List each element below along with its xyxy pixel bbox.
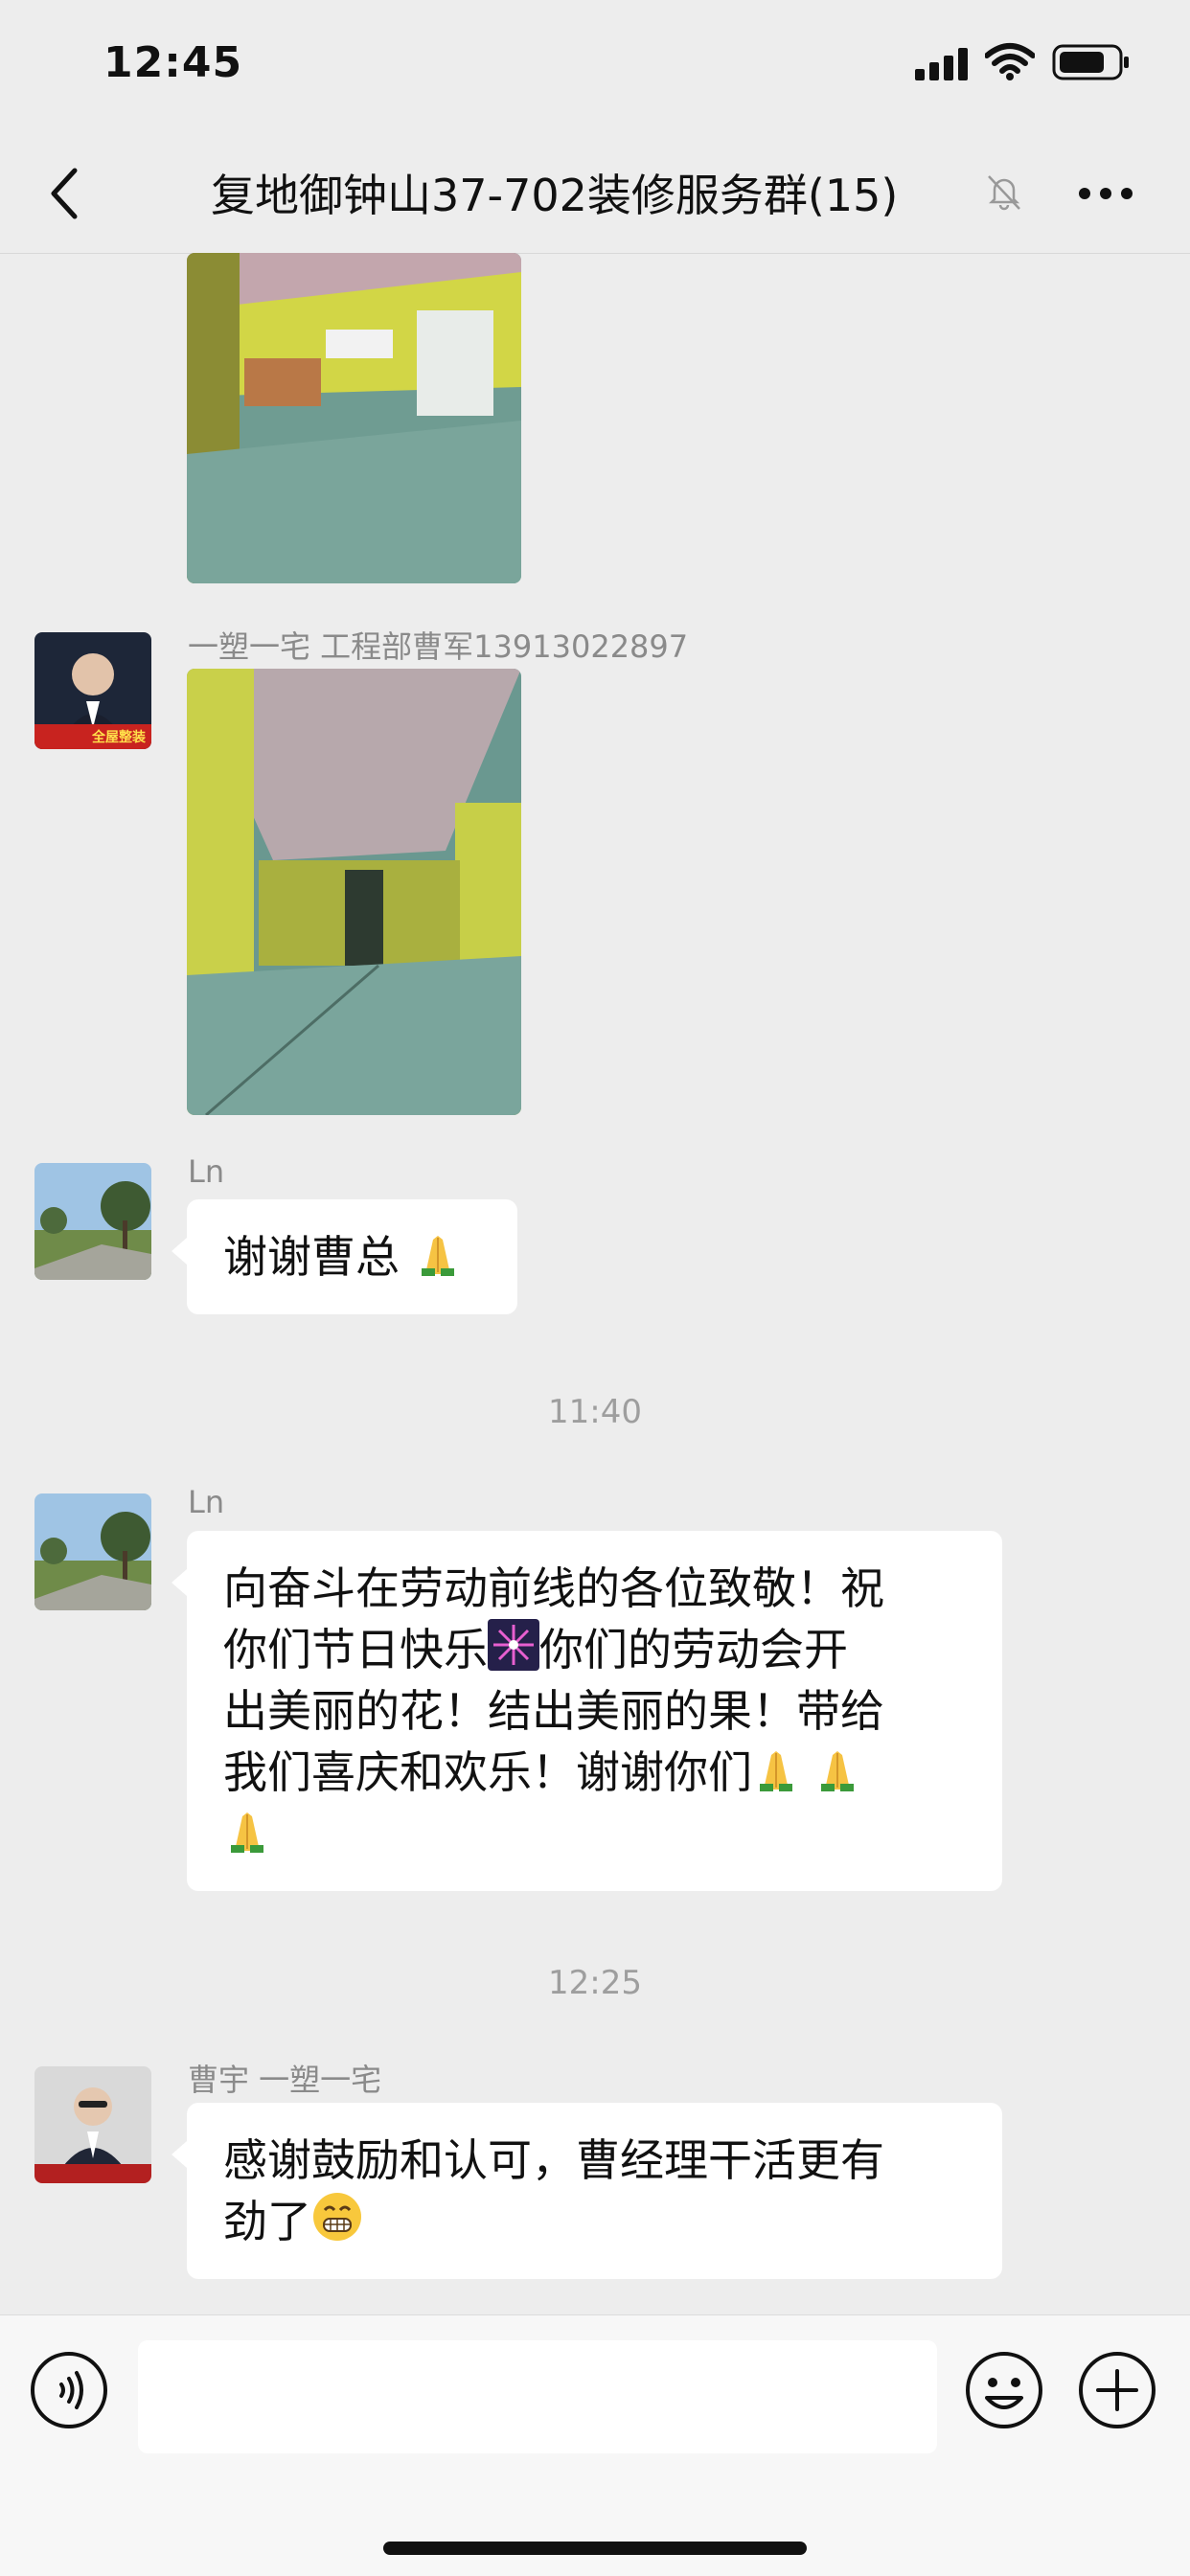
voice-icon[interactable] [29, 2350, 109, 2430]
folded-hands-emoji [821, 1751, 854, 1791]
message-line: 你们节日快乐 [223, 1624, 488, 1676]
message-image[interactable] [187, 669, 521, 1115]
message-line: 你们的劳动会开 [539, 1624, 848, 1676]
timestamp: 12:25 [548, 1964, 642, 2002]
sender-name: Ln [188, 1153, 225, 1190]
message-input[interactable] [138, 2340, 937, 2453]
chat-header: 复地御钟山37-702装修服务群(15) [0, 134, 1190, 254]
status-bar: 12:45 [0, 0, 1190, 134]
avatar-caption: 全屋整装 [92, 730, 146, 745]
battery-icon [1052, 44, 1129, 80]
mute-bell-icon [988, 175, 1020, 211]
sender-name: 一塑一宅 工程部曹军13913022897 [188, 628, 689, 665]
sender-name: 曹宇 一塑一宅 [188, 2062, 382, 2098]
avatar[interactable] [34, 1163, 151, 1280]
message-line: 劲了 [223, 2196, 311, 2247]
message-list[interactable]: 全屋整装 一塑一宅 工程部曹军13913022897 Ln 谢谢曹总 11:40… [0, 253, 1190, 2313]
folded-hands-emoji [231, 1812, 263, 1853]
avatar[interactable] [34, 1493, 151, 1610]
message-bubble[interactable]: 向奋斗在劳动前线的各位致敬！祝 你们节日快乐 你们的劳动会开 出美丽的花！结出美… [172, 1531, 1002, 1891]
message-line: 感谢鼓励和认可，曹经理干活更有 [223, 2134, 884, 2186]
message-bubble[interactable]: 谢谢曹总 [172, 1199, 517, 1314]
message-text: 谢谢曹总 [223, 1231, 400, 1283]
back-icon[interactable] [46, 165, 84, 222]
sender-name: Ln [188, 1484, 225, 1520]
folded-hands-emoji [760, 1751, 792, 1791]
plus-icon[interactable] [1077, 2350, 1157, 2430]
group-title: 复地御钟山37-702装修服务群(15) [211, 170, 899, 221]
avatar[interactable] [34, 2066, 151, 2183]
emoji-icon[interactable] [964, 2350, 1044, 2430]
message-bubble[interactable]: 感谢鼓励和认可，曹经理干活更有 劲了 [172, 2103, 1002, 2279]
signal-icon [915, 48, 968, 80]
message-line: 出美丽的花！结出美丽的果！带给 [223, 1685, 884, 1737]
message-image[interactable] [187, 253, 521, 583]
input-bar [0, 2314, 1190, 2576]
grin-emoji [313, 2193, 361, 2241]
message-line: 我们喜庆和欢乐！谢谢你们 [223, 1746, 752, 1798]
avatar[interactable]: 全屋整装 [34, 632, 151, 749]
wifi-icon [985, 43, 1035, 80]
timestamp: 11:40 [548, 1393, 642, 1431]
fireworks-emoji [488, 1619, 539, 1671]
message-line: 向奋斗在劳动前线的各位致敬！祝 [223, 1562, 884, 1614]
status-time: 12:45 [103, 38, 243, 87]
home-indicator[interactable] [383, 2542, 807, 2555]
folded-hands-emoji [421, 1236, 454, 1276]
more-icon[interactable] [1077, 186, 1134, 201]
